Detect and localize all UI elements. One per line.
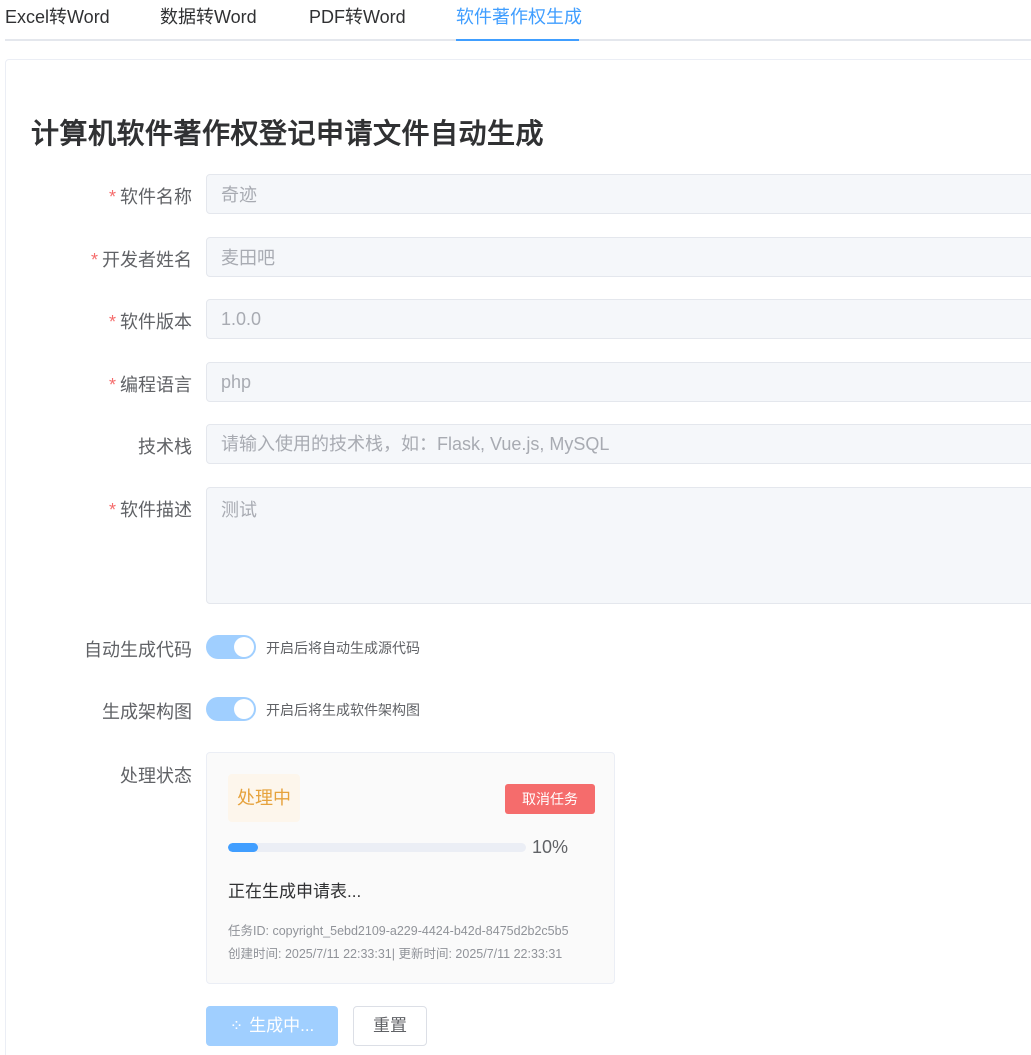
switch-knob — [234, 699, 254, 719]
task-time-text: 创建时间: 2025/7/11 22:33:31| 更新时间: 2025/7/1… — [228, 947, 563, 961]
status-message: 正在生成申请表... — [228, 882, 362, 901]
required-mark: * — [108, 312, 116, 332]
software-name-input[interactable] — [206, 174, 1031, 214]
programming-language-label: * 编程语言 — [108, 375, 192, 395]
progress-bar — [228, 843, 526, 852]
loading-spinner-icon: ⁘ — [229, 1018, 244, 1035]
tab-excel-to-word[interactable]: Excel转Word — [5, 0, 110, 41]
architecture-hint: 开启后将生成软件架构图 — [266, 702, 420, 718]
active-tab-indicator — [456, 39, 579, 41]
status-panel: 处理中 取消任务 10% 正在生成申请表... 任务ID: copyright_… — [206, 752, 615, 984]
software-version-input[interactable] — [206, 299, 1031, 339]
software-name-label: * 软件名称 — [108, 187, 192, 207]
reset-button[interactable]: 重置 — [353, 1006, 427, 1046]
page-title: 计算机软件著作权登记申请文件自动生成 — [31, 118, 545, 149]
architecture-switch[interactable] — [206, 697, 256, 721]
tech-stack-input[interactable] — [206, 424, 1031, 464]
programming-language-input[interactable] — [206, 362, 1031, 402]
developer-name-input[interactable] — [206, 237, 1031, 277]
tab-copyright-generation[interactable]: 软件著作权生成 — [456, 0, 582, 41]
required-mark: * — [108, 187, 116, 207]
tab-bar: Excel转Word 数据转Word PDF转Word 软件著作权生成 — [0, 0, 1031, 41]
software-version-label: * 软件版本 — [108, 312, 192, 332]
tech-stack-label: 技术栈 — [138, 437, 192, 457]
switch-knob — [234, 637, 254, 657]
developer-name-label: * 开发者姓名 — [90, 250, 192, 270]
auto-code-switch[interactable] — [206, 635, 256, 659]
software-description-label: * 软件描述 — [108, 500, 192, 520]
processing-status-label: 处理状态 — [120, 766, 192, 786]
required-mark: * — [108, 375, 116, 395]
cancel-task-button[interactable]: 取消任务 — [505, 784, 595, 814]
tab-data-to-word[interactable]: 数据转Word — [160, 0, 257, 41]
status-badge: 处理中 — [228, 774, 300, 822]
progress-percent: 10% — [532, 837, 569, 857]
architecture-label: 生成架构图 — [102, 702, 192, 722]
software-description-textarea[interactable] — [206, 487, 1031, 604]
auto-code-hint: 开启后将自动生成源代码 — [266, 640, 420, 656]
progress-bar-fill — [228, 843, 258, 852]
auto-code-label: 自动生成代码 — [84, 640, 192, 660]
tab-pdf-to-word[interactable]: PDF转Word — [309, 0, 406, 41]
required-mark: * — [90, 250, 98, 270]
required-mark: * — [108, 500, 116, 520]
generate-button[interactable]: ⁘ 生成中... — [206, 1006, 338, 1046]
task-id-text: 任务ID: copyright_5ebd2109-a229-4424-b42d-… — [228, 924, 569, 938]
